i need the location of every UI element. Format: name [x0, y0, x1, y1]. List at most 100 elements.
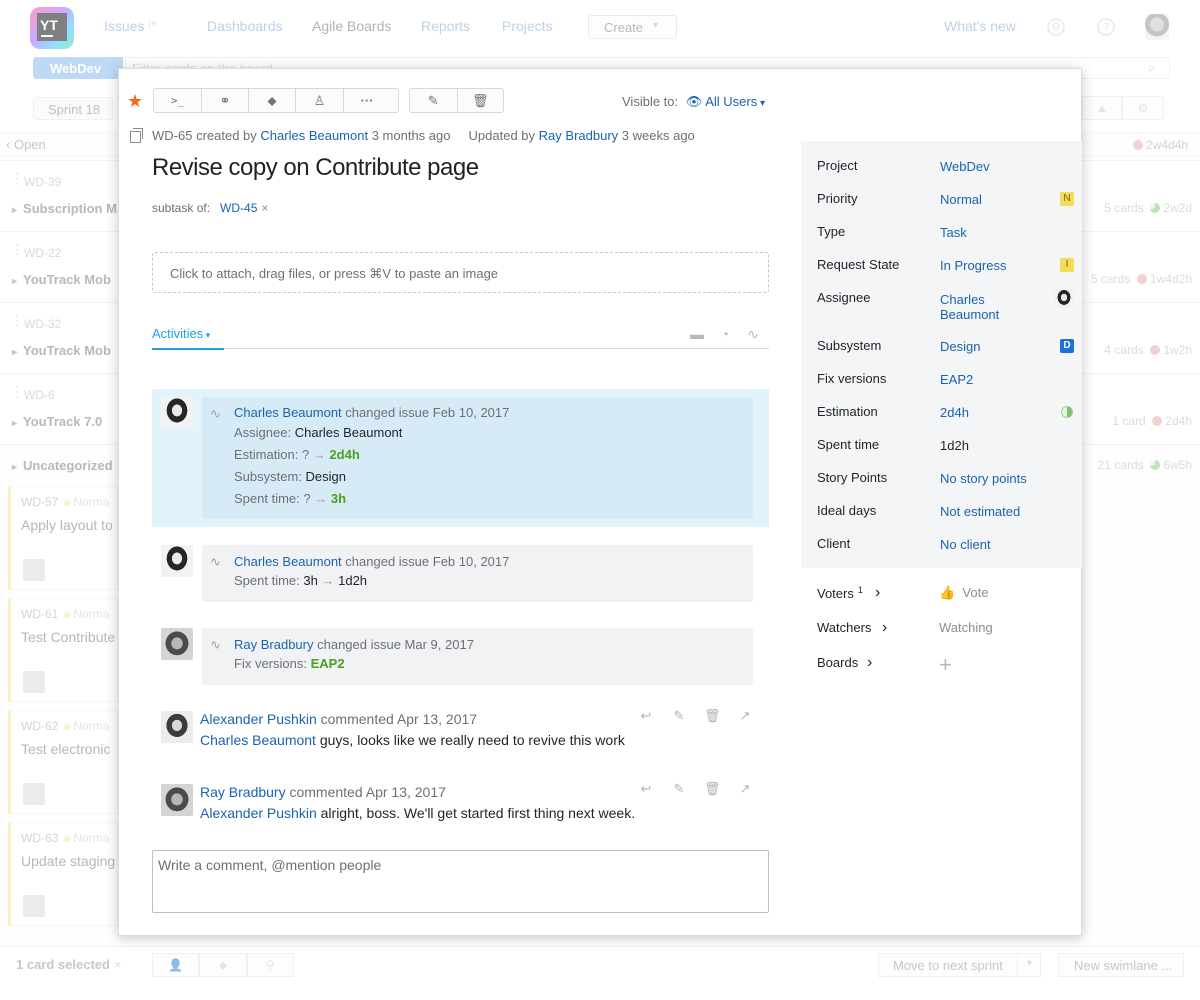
assignee-avatar: [1054, 289, 1074, 309]
reply-icon[interactable]: ↩: [638, 781, 654, 797]
command-icon[interactable]: >_: [154, 89, 202, 112]
star-icon[interactable]: ★: [127, 91, 143, 112]
visibility-selector[interactable]: All Users: [705, 94, 765, 109]
change-line: Fix versions: EAP2: [234, 656, 345, 671]
activity-header: Charles Beaumont changed issue Feb 10, 2…: [234, 405, 509, 420]
activity-author[interactable]: Charles Beaumont: [234, 405, 342, 420]
activity-author[interactable]: Charles Beaumont: [234, 554, 342, 569]
comment-mention[interactable]: Alexander Pushkin: [200, 805, 317, 821]
tag-icon[interactable]: ⬥: [249, 89, 296, 112]
visibility-label: Visible to:: [622, 94, 679, 109]
link-icon[interactable]: ⚭: [202, 89, 249, 112]
comment-author[interactable]: Ray Bradbury: [200, 784, 286, 800]
subtask-relation: subtask of: WD-45 ×: [152, 201, 268, 215]
chevron-right-icon: ›: [882, 619, 888, 636]
watchers-row[interactable]: Watchers ›: [817, 619, 887, 636]
edit-pencil-icon[interactable]: ✎: [671, 708, 687, 724]
arrow-right-icon: →: [321, 573, 335, 588]
edit-pencil-icon[interactable]: ✎: [410, 89, 458, 112]
updater-link[interactable]: Ray Bradbury: [539, 128, 618, 143]
priority-badge: N: [1060, 192, 1074, 206]
author-avatar[interactable]: [161, 545, 193, 577]
attachment-dropzone[interactable]: Click to attach, drag files, or press ⌘V…: [152, 252, 769, 293]
copy-issue-id-icon[interactable]: [130, 128, 143, 143]
comment-author[interactable]: Alexander Pushkin: [200, 711, 317, 727]
field-label: Story Points: [817, 470, 888, 485]
tab-activities[interactable]: Activities: [152, 326, 224, 350]
field-value[interactable]: In Progress: [940, 258, 1006, 273]
activity-author[interactable]: Ray Bradbury: [234, 637, 313, 652]
trash-icon[interactable]: 🗑: [704, 781, 721, 797]
issue-meta: WD-65 created by Charles Beaumont 3 mont…: [152, 128, 695, 143]
creator-link[interactable]: Charles Beaumont: [260, 128, 368, 143]
updated-time: 3 weeks ago: [621, 128, 695, 143]
vote-button[interactable]: 👍 Vote: [939, 585, 988, 601]
voters-row[interactable]: Voters 1 ›: [817, 584, 880, 601]
activity-action: changed issue Feb 10, 2017: [345, 405, 510, 420]
issue-modal: ★ >_ ⚭ ⬥ ♙ ··· ✎ 🗑 Visible to: 👁 All Use…: [118, 68, 1082, 936]
boards-row[interactable]: Boards ›: [817, 654, 872, 671]
field-value[interactable]: Task: [940, 225, 967, 240]
change-field: Assignee:: [234, 425, 292, 440]
created-time: 3 months ago: [371, 128, 451, 143]
field-value[interactable]: No client: [940, 537, 991, 552]
issue-id[interactable]: WD-65: [152, 128, 192, 143]
change-line: Spent time: 3h → 1d2h: [234, 573, 367, 588]
activity-header: Charles Beaumont changed issue Feb 10, 2…: [234, 554, 509, 569]
watchers-label: Watchers: [817, 620, 872, 635]
comment-item: Alexander Pushkin commented Apr 13, 2017…: [152, 708, 769, 761]
reply-icon[interactable]: ↩: [638, 708, 654, 724]
parent-issue-link[interactable]: WD-45: [220, 201, 257, 215]
field-value[interactable]: EAP2: [940, 372, 973, 387]
field-value[interactable]: Design: [940, 339, 980, 354]
field-value[interactable]: Normal: [940, 192, 982, 207]
more-options-icon[interactable]: ···: [344, 89, 390, 112]
activity-pulse-icon: ∿: [210, 406, 221, 421]
activity-header: Ray Bradbury changed issue Mar 9, 2017: [234, 637, 474, 652]
field-label: Subsystem: [817, 338, 882, 353]
issue-toolbar-actions: >_ ⚭ ⬥ ♙ ···: [153, 88, 399, 113]
boards-label: Boards: [817, 655, 859, 670]
permalink-icon[interactable]: ↗: [737, 708, 753, 724]
field-label: Ideal days: [817, 503, 877, 518]
change-line: Assignee: Charles Beaumont: [234, 425, 402, 440]
edit-pencil-icon[interactable]: ✎: [671, 781, 687, 797]
author-avatar[interactable]: [161, 784, 193, 816]
assignee-icon[interactable]: ♙: [296, 89, 344, 112]
field-value[interactable]: WebDev: [940, 159, 990, 174]
created-label: created by: [196, 128, 257, 143]
field-label: Type: [817, 224, 846, 239]
trash-icon[interactable]: 🗑: [704, 708, 721, 724]
updated-label: Updated by: [468, 128, 536, 143]
field-value[interactable]: No story points: [940, 471, 1027, 486]
vote-label: Vote: [962, 585, 989, 600]
author-avatar[interactable]: [161, 628, 193, 660]
trash-icon[interactable]: 🗑: [458, 89, 504, 112]
comment-header: Ray Bradbury commented Apr 13, 2017: [200, 784, 446, 800]
eye-icon[interactable]: 👁: [686, 94, 703, 109]
author-avatar[interactable]: [161, 711, 193, 743]
issue-title[interactable]: Revise copy on Contribute page: [152, 154, 479, 182]
comment-mention[interactable]: Charles Beaumont: [200, 732, 316, 748]
change-to: 1d2h: [338, 573, 368, 588]
comments-filter-icon[interactable]: ▬: [689, 326, 705, 342]
activity-filter-icon[interactable]: ∿: [745, 326, 761, 342]
comment-input[interactable]: Write a comment, @mention people: [152, 850, 769, 913]
comment-date: commented Apr 13, 2017: [320, 711, 478, 727]
field-value[interactable]: Charles Beaumont: [940, 292, 999, 322]
field-label: Request State: [817, 257, 900, 272]
add-to-board-plus-icon[interactable]: +: [939, 652, 952, 678]
watching-toggle[interactable]: Watching: [939, 620, 993, 635]
field-value[interactable]: 1d2h: [940, 438, 969, 453]
history-filter-icon[interactable]: ◔: [717, 326, 733, 342]
field-value[interactable]: Not estimated: [940, 504, 1020, 519]
activity-changes: ∿ Charles Beaumont changed issue Feb 10,…: [202, 545, 753, 602]
activity-changes: ∿ Ray Bradbury changed issue Mar 9, 2017…: [202, 628, 753, 685]
voters-label: Voters: [817, 586, 854, 601]
change-line: Spent time: ? → 3h: [234, 491, 346, 506]
author-avatar[interactable]: [161, 397, 193, 429]
change-from: ?: [303, 491, 311, 506]
remove-link-icon[interactable]: ×: [261, 201, 268, 215]
field-value[interactable]: 2d4h: [940, 405, 969, 420]
permalink-icon[interactable]: ↗: [737, 781, 753, 797]
